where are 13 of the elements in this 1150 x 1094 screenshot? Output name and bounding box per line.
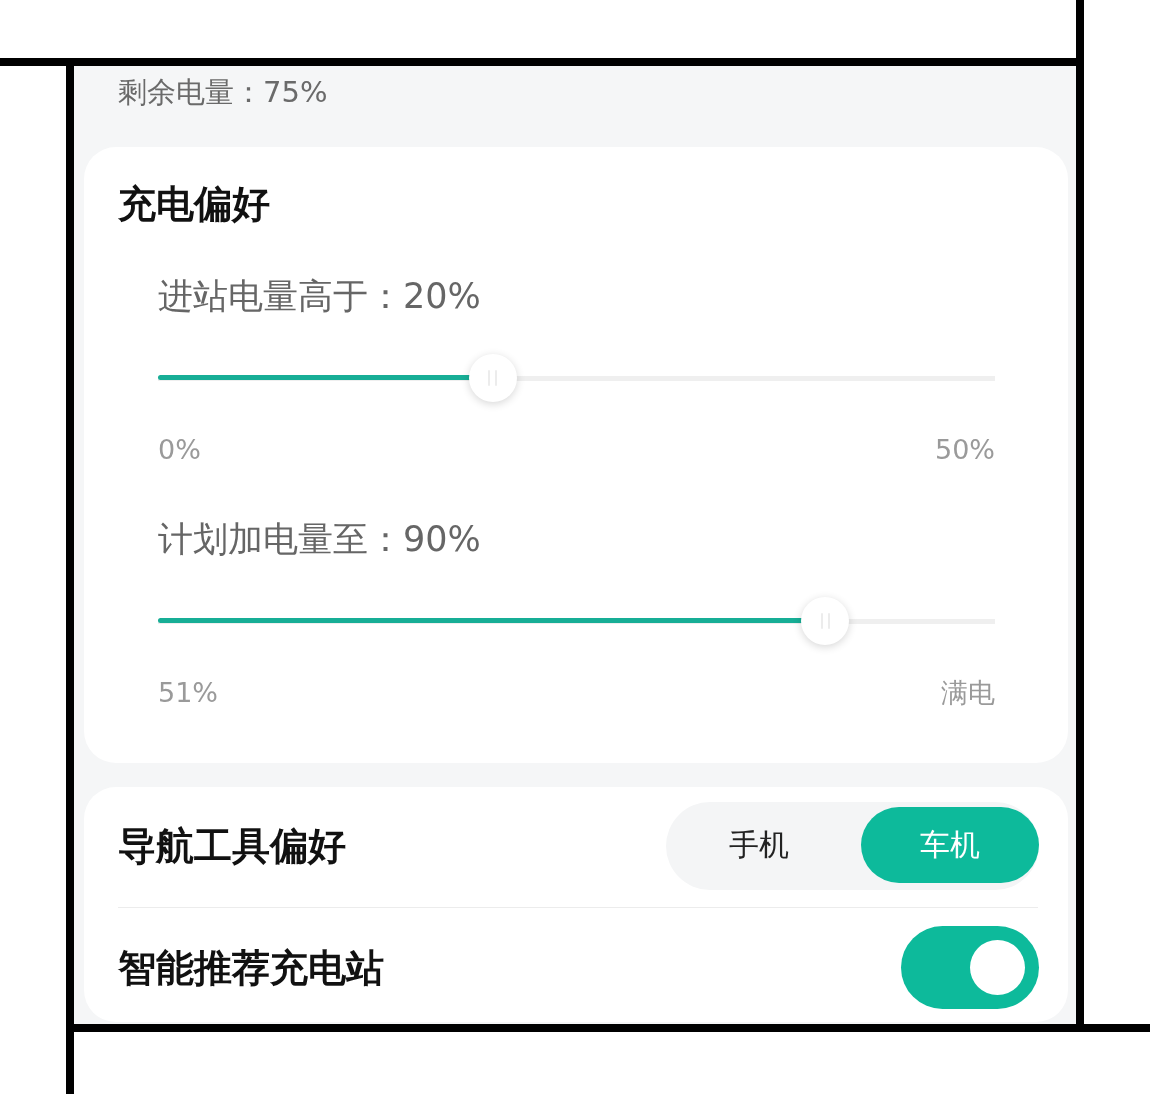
battery-level-text: 剩余电量：75%	[118, 74, 328, 111]
slider-thumb[interactable]	[801, 597, 850, 645]
range-max-label: 满电	[941, 676, 995, 710]
segmented-option[interactable]: 手机	[670, 807, 848, 883]
slider-label: 进站电量高于：20%	[158, 275, 481, 318]
range-max-label: 50%	[935, 433, 995, 467]
setting-label: 导航工具偏好	[118, 823, 346, 869]
range-min-label: 51%	[158, 676, 218, 710]
range-min-label: 0%	[158, 433, 201, 467]
slider-label: 计划加电量至：90%	[158, 518, 481, 561]
section-title: 充电偏好	[118, 181, 270, 227]
slider-thumb[interactable]	[468, 354, 517, 402]
setting-label: 智能推荐充电站	[118, 944, 384, 991]
